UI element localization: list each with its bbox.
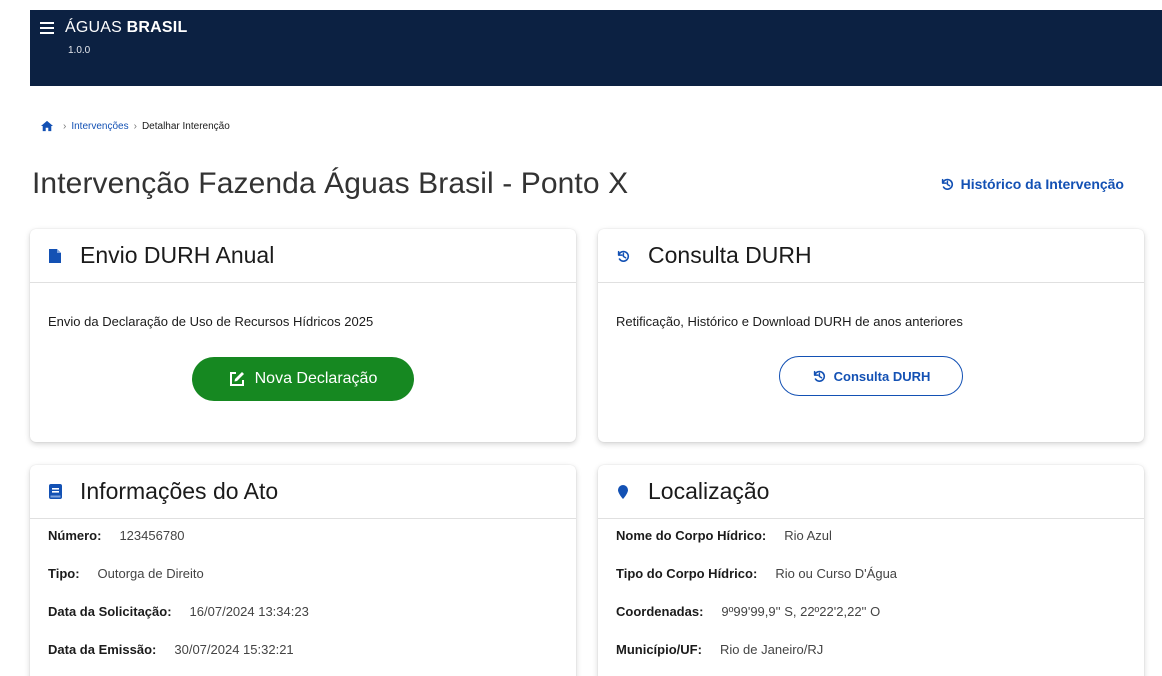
file-icon [48,248,62,264]
informacoes-ato-card: Informações do Ato Número: 123456780 Tip… [30,465,576,676]
info-label: Data da Solicitação: [48,604,172,619]
card-header: Envio DURH Anual [30,229,576,283]
envio-durh-card: Envio DURH Anual Envio da Declaração de … [30,229,576,442]
breadcrumb-link-intervencoes[interactable]: Intervenções [71,121,128,132]
breadcrumb: › Intervenções › Detalhar Interenção [40,120,230,132]
history-icon [941,178,953,190]
consulta-durh-label: Consulta DURH [833,368,931,384]
card-title: Envio DURH Anual [80,242,275,268]
page-title: Intervenção Fazenda Águas Brasil - Ponto… [32,167,629,200]
info-value: Rio de Janeiro/RJ [719,642,824,657]
info-value: 9º99'99,9'' S, 22º22'2,22'' O [721,604,881,619]
consulta-durh-card: Consulta DURH Retificação, Histórico e D… [598,229,1144,442]
ato-info-list: Número: 123456780 Tipo: Outorga de Direi… [30,528,576,676]
info-row-municipio-uf: Município/UF: Rio de Janeiro/RJ [616,642,1126,676]
info-row-nome-corpo-hidrico: Nome do Corpo Hídrico: Rio Azul [616,528,1126,566]
card-header: Localização [598,465,1144,519]
info-value: Rio ou Curso D'Água [775,566,898,581]
localizacao-info-list: Nome do Corpo Hídrico: Rio Azul Tipo do … [598,528,1144,676]
info-label: Nome do Corpo Hídrico: [616,528,767,543]
history-link-label: Histórico da Intervenção [960,176,1124,192]
breadcrumb-current: Detalhar Interenção [141,120,230,132]
breadcrumb-separator: › [133,120,137,132]
info-row-numero: Número: 123456780 [48,528,558,566]
app-brand[interactable]: ÁGUAS BRASIL [65,19,187,37]
card-title: Consulta DURH [648,242,812,268]
history-icon [616,248,630,264]
info-value: Rio Azul [784,528,832,543]
map-pin-icon [616,484,630,500]
info-label: Coordenadas: [616,604,704,619]
card-header: Informações do Ato [30,465,576,519]
info-row-data-solicitacao: Data da Solicitação: 16/07/2024 13:34:23 [48,604,558,642]
info-value: 30/07/2024 15:32:21 [174,642,294,657]
nova-declaracao-label: Nova Declaração [254,370,378,387]
card-description: Retificação, Histórico e Download DURH d… [616,314,963,329]
card-header: Consulta DURH [598,229,1144,283]
info-row-data-emissao: Data da Emissão: 30/07/2024 15:32:21 [48,642,558,676]
brand-light-text: ÁGUAS [65,19,123,36]
info-label: Data da Emissão: [48,642,157,657]
info-row-tipo: Tipo: Outorga de Direito [48,566,558,604]
nova-declaracao-button[interactable]: Nova Declaração [192,357,414,401]
history-link[interactable]: Histórico da Intervenção [940,176,1124,192]
card-body: Retificação, Histórico e Download DURH d… [598,314,1144,329]
info-label: Município/UF: [616,642,702,657]
card-body: Envio da Declaração de Uso de Recursos H… [30,314,576,329]
edit-icon [229,372,244,386]
menu-icon[interactable] [40,22,54,34]
card-title: Localização [648,478,770,504]
info-label: Tipo do Corpo Hídrico: [616,566,758,581]
info-value: Outorga de Direito [97,566,204,581]
info-row-coordenadas: Coordenadas: 9º99'99,9'' S, 22º22'2,22''… [616,604,1126,642]
breadcrumb-separator: › [63,120,67,132]
card-title: Informações do Ato [80,478,279,504]
home-icon[interactable] [40,120,54,132]
history-icon [813,370,825,382]
brand-bold-text: BRASIL [126,19,188,36]
book-icon [48,484,62,500]
localizacao-card: Localização Nome do Corpo Hídrico: Rio A… [598,465,1144,676]
info-value: 123456780 [119,528,185,543]
app-version: 1.0.0 [68,45,91,56]
consulta-durh-button[interactable]: Consulta DURH [779,356,963,396]
card-description: Envio da Declaração de Uso de Recursos H… [48,314,374,329]
info-label: Número: [48,528,102,543]
info-value: 16/07/2024 13:34:23 [189,604,309,619]
info-row-tipo-corpo-hidrico: Tipo do Corpo Hídrico: Rio ou Curso D'Ág… [616,566,1126,604]
info-label: Tipo: [48,566,80,581]
top-header-bar: ÁGUAS BRASIL 1.0.0 [30,10,1162,86]
